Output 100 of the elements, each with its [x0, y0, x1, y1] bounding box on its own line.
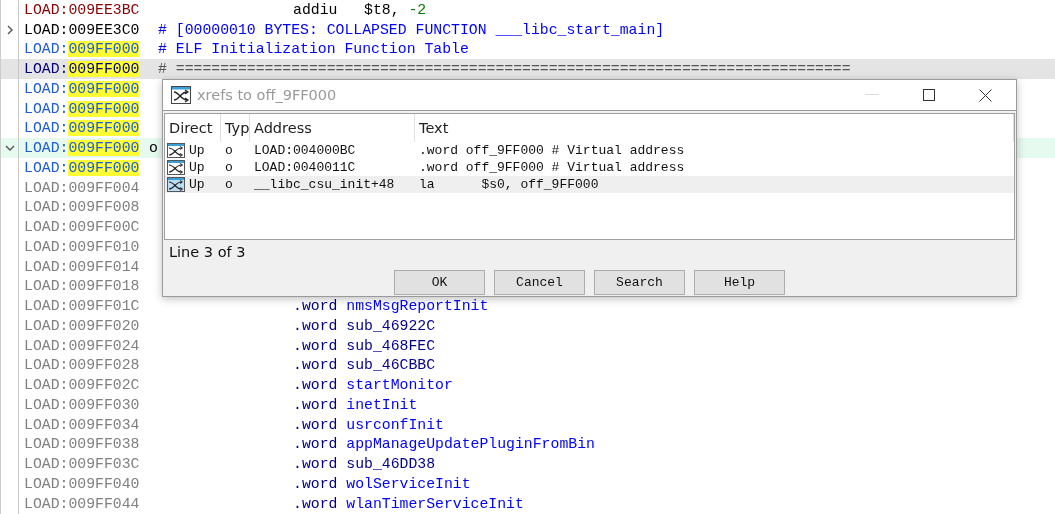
column-header[interactable]: Direct	[165, 114, 221, 142]
chevron-right-icon[interactable]	[6, 24, 13, 35]
mnemonic: .word	[293, 416, 339, 433]
mnemonic: .word	[293, 357, 339, 374]
direction-cell: Up	[189, 143, 205, 158]
dialog-button[interactable]: OK	[394, 270, 485, 295]
address-offset: 009FF014	[68, 258, 140, 275]
segment-name: LOAD:	[24, 80, 69, 97]
address-offset: 009FF034	[68, 416, 140, 433]
operand: inetInit	[346, 396, 418, 413]
column-header[interactable]: Typ	[221, 114, 250, 142]
address-offset: 009FF01C	[68, 298, 140, 315]
column-header[interactable]: Address	[250, 114, 415, 142]
segment-name: LOAD:	[24, 21, 69, 38]
segment-name: LOAD:	[24, 337, 69, 354]
address-offset: 009FF000	[68, 140, 140, 157]
segment-name: LOAD:	[24, 495, 69, 512]
segment-name: LOAD:	[24, 258, 69, 275]
segment-name: LOAD:	[24, 298, 69, 315]
mnemonic: .word	[293, 495, 339, 512]
address-offset: 009FF000	[68, 120, 140, 137]
column-header[interactable]: Text	[415, 114, 1014, 142]
address-offset: 009FF020	[68, 317, 140, 334]
comment-text: # [00000010 BYTES: COLLAPSED FUNCTION ___libc_start_main]	[158, 21, 665, 38]
address-offset: 009FF010	[68, 238, 140, 255]
dialog-button[interactable]: Search	[594, 270, 685, 295]
dialog-title: xrefs to off_9FF000	[197, 87, 337, 103]
address-offset: 009FF044	[68, 495, 140, 512]
close-icon[interactable]	[979, 88, 992, 102]
direction-cell: Up	[189, 177, 205, 192]
address-cell-text: LOAD:0040011C	[253, 160, 357, 175]
address-offset: 009FF040	[68, 475, 140, 492]
segment-name: LOAD:	[24, 1, 69, 18]
mnemonic: .word	[293, 298, 339, 315]
mnemonic: .word	[293, 456, 339, 473]
segment-name: LOAD:	[24, 377, 69, 394]
mnemonic: .word	[293, 396, 339, 413]
text-cell-text: .word off_9FF000 # Virtual address	[418, 143, 686, 158]
segment-name: LOAD:	[24, 120, 69, 137]
address-offset: 009FF000	[68, 61, 140, 78]
mnemonic: .word	[293, 337, 339, 354]
mnemonic: .word	[293, 377, 339, 394]
type-cell-text: o	[224, 160, 234, 175]
segment-name: LOAD:	[24, 317, 69, 334]
address-offset: 009FF00C	[68, 219, 140, 236]
address-offset: 009EE3C0	[68, 21, 140, 38]
segment-name: LOAD:	[24, 436, 69, 453]
operand: nmsMsgReportInit	[346, 298, 489, 315]
segment-name: LOAD:	[24, 199, 69, 216]
shuffle-arrows-icon	[167, 160, 185, 175]
address-offset: 009FF000	[68, 100, 140, 117]
segment-name: LOAD:	[24, 278, 69, 295]
segment-name: LOAD:	[24, 357, 69, 374]
segment-name: LOAD:	[24, 456, 69, 473]
address-offset: 009EE3BC	[68, 1, 140, 18]
address-offset: 009FF018	[68, 278, 140, 295]
address-offset: 009FF008	[68, 199, 140, 216]
dialog-button[interactable]: Help	[694, 270, 785, 295]
mnemonic: addiu	[293, 1, 339, 18]
operand: sub_46CBBC	[346, 357, 436, 374]
address-offset: 009FF024	[68, 337, 140, 354]
segment-name: LOAD:	[24, 179, 69, 196]
xref-row[interactable]: Up o LOAD:004000BC .word off_9FF000 # Virtual address	[165, 142, 1014, 159]
mnemonic: .word	[293, 317, 339, 334]
xref-row[interactable]: Up o __libc_csu_init+48 la $s0, off_9FF000	[165, 176, 1014, 193]
dialog-button[interactable]: Cancel	[494, 270, 585, 295]
address-offset: 009FF030	[68, 396, 140, 413]
type-cell-text: o	[224, 143, 234, 158]
operand: sub_468FEC	[346, 337, 436, 354]
segment-name: LOAD:	[24, 100, 69, 117]
address-offset: 009FF03C	[68, 456, 140, 473]
operand: usrconfInit	[346, 416, 444, 433]
operand: $t8,	[364, 1, 401, 18]
address-offset: 009FF004	[68, 179, 140, 196]
segment-name: LOAD:	[24, 396, 69, 413]
address-offset: 009FF000	[68, 41, 140, 58]
operand: startMonitor	[346, 377, 453, 394]
xref-row[interactable]: Up o LOAD:0040011C .word off_9FF000 # Virtual address	[165, 159, 1014, 176]
address-offset: 009FF038	[68, 436, 140, 453]
chevron-down-icon[interactable]	[4, 145, 15, 152]
address-offset: 009FF000	[68, 159, 140, 176]
mnemonic: .word	[293, 436, 339, 453]
operand: sub_46922C	[346, 317, 436, 334]
segment-name: LOAD:	[24, 61, 69, 78]
segment-name: LOAD:	[24, 416, 69, 433]
segment-name: LOAD:	[24, 238, 69, 255]
direction-cell: Up	[189, 160, 205, 175]
text-cell-text: .word off_9FF000 # Virtual address	[418, 160, 686, 175]
number-literal: -2	[408, 1, 427, 18]
segment-name: LOAD:	[24, 475, 69, 492]
label-text: o	[149, 140, 158, 157]
address-offset: 009FF028	[68, 357, 140, 374]
segment-name: LOAD:	[24, 140, 69, 157]
text-cell-text: la $s0, off_9FF000	[418, 177, 600, 192]
comment-text: # ELF Initialization Function Table	[158, 41, 469, 58]
separator-comment: # ============================================================================	[158, 61, 851, 78]
type-cell-text: o	[224, 177, 234, 192]
operand: appManageUpdatePluginFromBin	[346, 436, 595, 453]
mnemonic: .word	[293, 475, 339, 492]
maximize-icon[interactable]	[923, 89, 935, 101]
